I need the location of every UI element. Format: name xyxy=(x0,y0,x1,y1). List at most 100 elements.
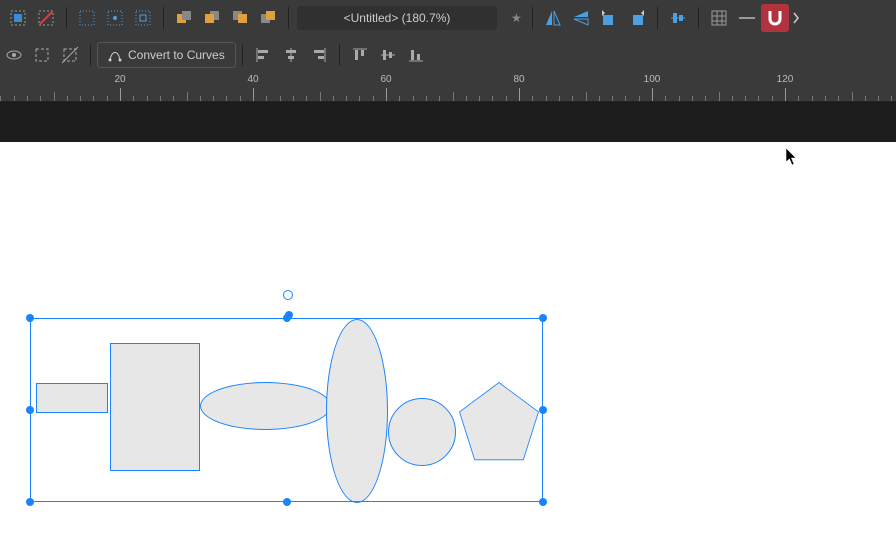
ruler-tick xyxy=(213,96,214,102)
crop2-icon xyxy=(61,46,79,64)
marquee1-button[interactable] xyxy=(73,4,101,32)
ruler-tick xyxy=(479,96,480,102)
curves-icon xyxy=(108,48,122,62)
modified-indicator: ★ xyxy=(511,11,522,25)
rotation-handle[interactable] xyxy=(283,290,293,300)
valign-bottom-button[interactable] xyxy=(402,41,430,69)
rotate-ccw-button[interactable] xyxy=(595,4,623,32)
align-right-icon xyxy=(310,46,328,64)
selection-handle[interactable] xyxy=(539,314,547,322)
document-title-label: <Untitled> (180.7%) xyxy=(344,11,451,25)
zoom-bar-icon xyxy=(738,14,756,22)
tb-group-visibility xyxy=(0,36,88,74)
ruler-tick xyxy=(426,96,427,102)
overlap2-icon xyxy=(203,9,221,27)
separator xyxy=(163,7,164,29)
toolbar-top: <Untitled> (180.7%) ★ xyxy=(0,0,896,36)
tb-group-selection xyxy=(0,0,64,36)
marquee-dotted2-icon xyxy=(106,9,124,27)
move-forward-button[interactable] xyxy=(226,4,254,32)
ruler-tick xyxy=(732,96,733,102)
ruler-tick xyxy=(40,96,41,102)
selection-handle[interactable] xyxy=(26,406,34,414)
crop1-icon xyxy=(33,46,51,64)
rotate-cw-button[interactable] xyxy=(623,4,651,32)
show-hide-button[interactable] xyxy=(0,41,28,69)
horizontal-ruler[interactable]: 20406080100120 xyxy=(0,74,896,102)
more-button[interactable] xyxy=(789,4,803,32)
deselect-button[interactable] xyxy=(32,4,60,32)
selection-bounding-box[interactable] xyxy=(30,318,543,502)
dark-band xyxy=(0,102,896,142)
align-right-button[interactable] xyxy=(305,41,333,69)
move-backward-button[interactable] xyxy=(198,4,226,32)
tb-group-convert: Convert to Curves xyxy=(93,36,240,74)
rotate-ccw-icon xyxy=(600,9,618,27)
selection-handle[interactable] xyxy=(283,498,291,506)
selection-handle[interactable] xyxy=(26,314,34,322)
canvas[interactable] xyxy=(0,142,896,545)
flip-horizontal-button[interactable] xyxy=(539,4,567,32)
ruler-tick xyxy=(320,92,321,102)
selection-handle[interactable] xyxy=(539,498,547,506)
tb-group-marquee xyxy=(69,0,161,36)
ruler-tick xyxy=(306,96,307,102)
move-back-button[interactable] xyxy=(170,4,198,32)
tb-group-flip xyxy=(535,0,655,36)
tb-group-halign xyxy=(245,36,337,74)
marquee3-button[interactable] xyxy=(129,4,157,32)
align-left-button[interactable] xyxy=(249,41,277,69)
separator xyxy=(698,7,699,29)
ruler-tick xyxy=(891,96,892,102)
align-panel-icon xyxy=(669,9,687,27)
flip-vertical-icon xyxy=(572,9,590,27)
crop2-button[interactable] xyxy=(56,41,84,69)
move-front-button[interactable] xyxy=(254,4,282,32)
ruler-tick xyxy=(705,96,706,102)
snap-button[interactable] xyxy=(761,4,789,32)
selection-handle[interactable] xyxy=(539,406,547,414)
deselect-icon xyxy=(37,9,55,27)
ruler-tick xyxy=(546,96,547,102)
flip-vertical-button[interactable] xyxy=(567,4,595,32)
ruler-tick xyxy=(772,96,773,102)
show-hide-icon xyxy=(5,46,23,64)
selection-handle[interactable] xyxy=(26,498,34,506)
convert-to-curves-button[interactable]: Convert to Curves xyxy=(97,42,236,68)
ruler-tick xyxy=(639,96,640,102)
valign-top-button[interactable] xyxy=(346,41,374,69)
ruler-tick xyxy=(67,96,68,102)
overlap1-icon xyxy=(175,9,193,27)
tb-group-align-panel xyxy=(660,0,696,36)
align-panel-button[interactable] xyxy=(664,4,692,32)
select-similar-button[interactable] xyxy=(4,4,32,32)
ruler-tick xyxy=(133,96,134,102)
ruler-tick xyxy=(173,96,174,102)
separator xyxy=(66,7,67,29)
ruler-tick xyxy=(492,96,493,102)
ruler-tick xyxy=(346,96,347,102)
tb-group-view xyxy=(701,0,807,36)
zoom-bar-button[interactable] xyxy=(733,4,761,32)
valign-middle-icon xyxy=(379,46,397,64)
document-title[interactable]: <Untitled> (180.7%) xyxy=(297,6,497,30)
ruler-tick xyxy=(798,96,799,102)
align-center-button[interactable] xyxy=(277,41,305,69)
grid-button[interactable] xyxy=(705,4,733,32)
valign-middle-button[interactable] xyxy=(374,41,402,69)
tb-group-arrange xyxy=(166,0,286,36)
ruler-tick xyxy=(373,96,374,102)
ruler-tick xyxy=(399,96,400,102)
marquee2-button[interactable] xyxy=(101,4,129,32)
ruler-tick xyxy=(187,92,188,102)
separator xyxy=(339,44,340,66)
ruler-tick xyxy=(825,96,826,102)
ruler-tick xyxy=(14,96,15,102)
ruler-tick xyxy=(625,96,626,102)
ruler-tick xyxy=(226,96,227,102)
crop1-button[interactable] xyxy=(28,41,56,69)
ruler-tick xyxy=(93,96,94,102)
ruler-tick xyxy=(413,96,414,102)
rotation-anchor[interactable] xyxy=(285,311,293,319)
ruler-tick xyxy=(280,96,281,102)
